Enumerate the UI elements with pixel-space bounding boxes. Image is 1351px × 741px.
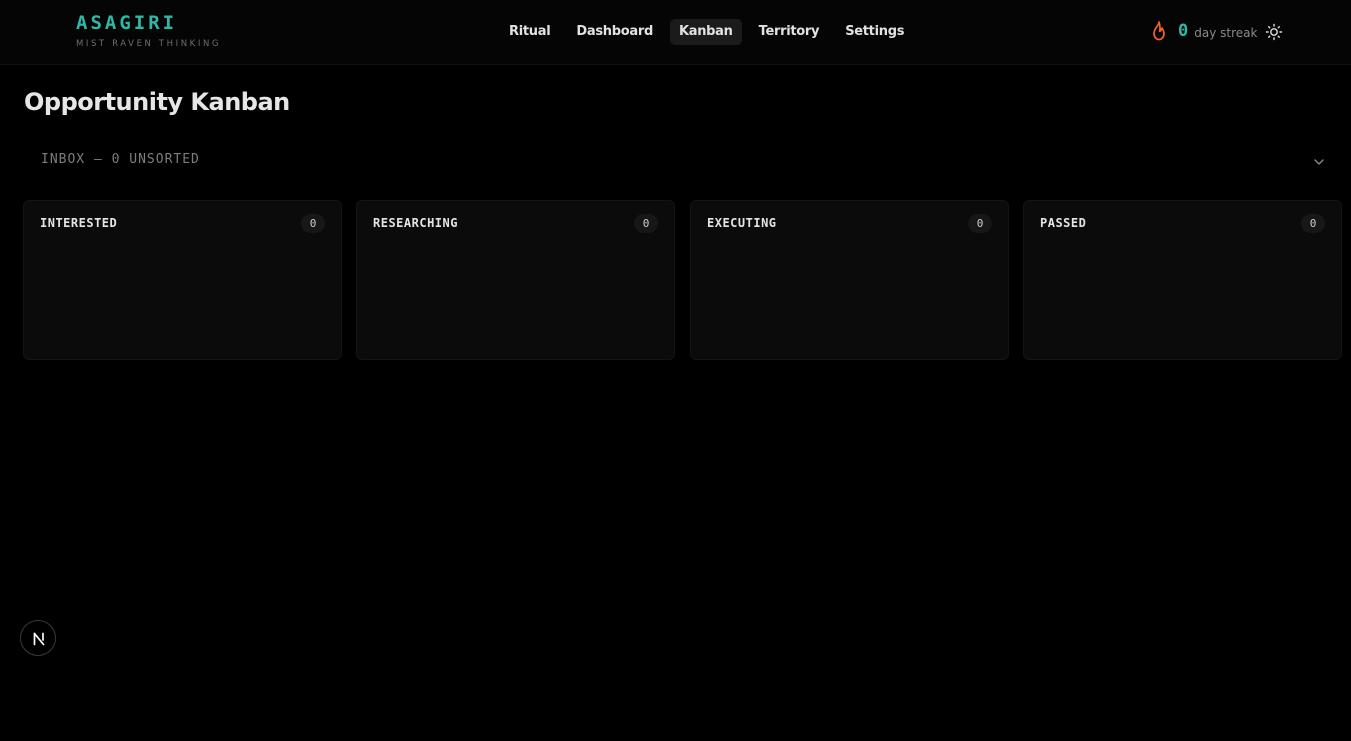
nav-item-dashboard[interactable]: Dashboard: [567, 19, 662, 45]
chevron-down-icon: [1312, 154, 1326, 168]
dev-tools-badge[interactable]: [20, 620, 56, 656]
flame-icon: [1150, 20, 1168, 42]
nav-item-territory[interactable]: Territory: [750, 19, 829, 45]
page-title: Opportunity Kanban: [24, 88, 290, 116]
column-count-badge: 0: [634, 214, 658, 233]
column-executing[interactable]: EXECUTING 0: [690, 200, 1009, 360]
column-title: PASSED: [1040, 216, 1087, 230]
column-researching[interactable]: RESEARCHING 0: [356, 200, 675, 360]
inbox-toggle[interactable]: INBOX — 0 UNSORTED: [24, 140, 1336, 180]
column-count-badge: 0: [301, 214, 325, 233]
top-navigation-bar: ASAGIRI MIST RAVEN THINKING Ritual Dashb…: [0, 0, 1351, 65]
column-passed[interactable]: PASSED 0: [1023, 200, 1342, 360]
theme-toggle-button[interactable]: [1265, 23, 1283, 41]
brand[interactable]: ASAGIRI MIST RAVEN THINKING: [76, 11, 221, 49]
streak-indicator: 0 day streak: [1150, 20, 1257, 42]
column-count-badge: 0: [1301, 214, 1325, 233]
brand-tagline: MIST RAVEN THINKING: [76, 39, 222, 49]
streak-count: 0: [1178, 21, 1189, 41]
column-title: EXECUTING: [707, 216, 777, 230]
column-title: INTERESTED: [40, 216, 118, 230]
main-nav: Ritual Dashboard Kanban Territory Settin…: [500, 19, 913, 45]
streak-label: day streak: [1194, 26, 1258, 40]
column-interested[interactable]: INTERESTED 0: [23, 200, 342, 360]
column-title: RESEARCHING: [373, 216, 458, 230]
nav-item-settings[interactable]: Settings: [836, 19, 913, 45]
kanban-board: INTERESTED 0 RESEARCHING 0 EXECUTING 0 P…: [23, 200, 1351, 361]
nav-item-ritual[interactable]: Ritual: [500, 19, 559, 45]
column-count-badge: 0: [968, 214, 992, 233]
brand-name: ASAGIRI: [76, 12, 178, 34]
sun-icon: [1265, 23, 1283, 45]
nav-item-kanban[interactable]: Kanban: [669, 19, 742, 45]
inbox-label: INBOX — 0 UNSORTED: [41, 152, 200, 167]
